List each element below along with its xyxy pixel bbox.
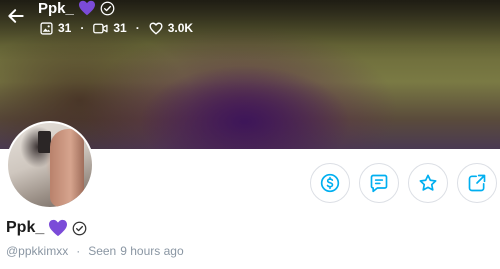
heart-outline-icon: [149, 22, 163, 34]
profile-cover: Ppk_ 31 · 31 · 3.0K: [0, 0, 500, 149]
share-button[interactable]: [457, 163, 497, 203]
username: @ppkkimxx: [6, 244, 69, 258]
avatar[interactable]: [6, 121, 94, 209]
meta-separator: ·: [76, 244, 81, 258]
message-button[interactable]: [359, 163, 399, 203]
purple-heart-icon: [49, 219, 68, 237]
arrow-left-icon: [8, 9, 24, 23]
star-icon: [419, 174, 437, 191]
favorite-button[interactable]: [408, 163, 448, 203]
dollar-icon: [320, 173, 340, 193]
image-icon: [40, 21, 53, 35]
verified-icon: [100, 1, 115, 15]
tip-button[interactable]: [310, 163, 350, 203]
profile-name: Ppk_: [6, 218, 87, 238]
back-button[interactable]: [6, 6, 26, 26]
profile-name-text: Ppk_: [6, 219, 45, 236]
share-icon: [468, 174, 486, 192]
header-stats: 31 · 31 · 3.0K: [40, 20, 193, 36]
stats-separator: ·: [135, 21, 140, 35]
purple-heart-icon: [78, 0, 95, 16]
stats-separator: ·: [80, 21, 85, 35]
last-seen-label: Seen: [88, 244, 117, 258]
likes-count: 3.0K: [149, 21, 193, 35]
last-seen-time: 9 hours ago: [120, 244, 184, 258]
verified-icon: [72, 221, 87, 235]
header-title: Ppk_: [38, 0, 115, 17]
message-icon: [370, 174, 388, 193]
profile-meta: @ppkkimxx · Seen 9 hours ago: [6, 244, 184, 258]
profile-actions: [310, 163, 497, 203]
header-name: Ppk_: [38, 0, 74, 17]
videos-count: 31: [93, 21, 127, 35]
photos-count: 31: [40, 21, 71, 35]
avatar-figure-shape: [50, 129, 84, 207]
video-icon: [93, 23, 108, 33]
